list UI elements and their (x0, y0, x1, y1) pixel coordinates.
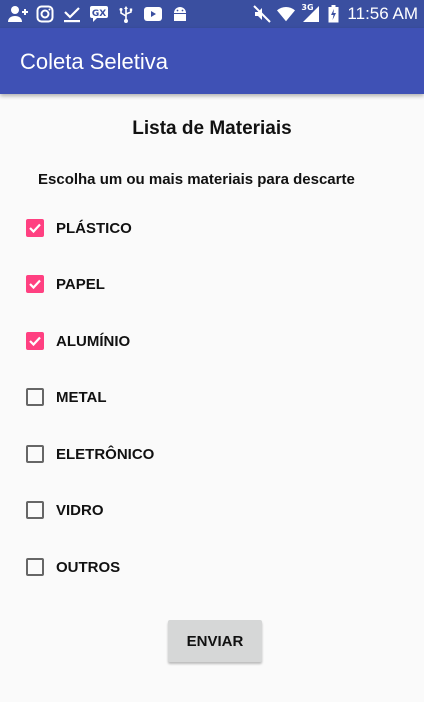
checkbox-label[interactable]: ALUMÍNIO (56, 333, 130, 350)
check-icon (29, 336, 41, 347)
checkbox-box[interactable] (26, 219, 44, 237)
usb-icon (116, 4, 136, 24)
status-bar: GX 3G 11:56 AM (0, 0, 424, 28)
check-icon (29, 279, 41, 290)
checkbox-plastico[interactable]: PLÁSTICO (26, 217, 132, 239)
page-title: Lista de Materiais (132, 118, 292, 139)
checkbox-box[interactable] (26, 388, 44, 406)
send-button[interactable]: ENVIAR (168, 620, 262, 662)
chat-icon: GX (89, 4, 109, 24)
checkbox-metal[interactable]: METAL (26, 386, 107, 408)
android-icon (170, 4, 190, 24)
checkbox-box[interactable] (26, 275, 44, 293)
checkbox-label[interactable]: ELETRÔNICO (56, 446, 154, 463)
checkbox-label[interactable]: PAPEL (56, 276, 105, 293)
checkbox-box[interactable] (26, 332, 44, 350)
checkbox-label[interactable]: VIDRO (56, 502, 104, 519)
checkbox-vidro[interactable]: VIDRO (26, 499, 104, 521)
checkbox-papel[interactable]: PAPEL (26, 273, 105, 295)
person-add-icon (8, 4, 28, 24)
battery-icon (327, 5, 339, 23)
mute-icon (253, 5, 272, 23)
checkbox-box[interactable] (26, 558, 44, 576)
instagram-icon (35, 4, 55, 24)
checkbox-aluminio[interactable]: ALUMÍNIO (26, 330, 130, 352)
checkbox-box[interactable] (26, 445, 44, 463)
download-done-icon (62, 4, 82, 24)
checkbox-label[interactable]: METAL (56, 389, 107, 406)
checkbox-outros[interactable]: OUTROS (26, 556, 120, 578)
network-type-label: 3G (301, 3, 314, 12)
app-title: Coleta Seletiva (20, 49, 168, 74)
instruction-text: Escolha um ou mais materiais para descar… (38, 171, 355, 188)
system-icons: 3G 11:56 AM (253, 3, 418, 24)
signal-icon: 3G (301, 3, 321, 23)
checkbox-eletronico[interactable]: ELETRÔNICO (26, 443, 154, 465)
svg-text:GX: GX (92, 9, 106, 19)
youtube-icon (143, 4, 163, 24)
checkbox-label[interactable]: PLÁSTICO (56, 220, 132, 237)
checkbox-box[interactable] (26, 501, 44, 519)
checkbox-label[interactable]: OUTROS (56, 559, 120, 576)
wifi-icon (277, 5, 296, 23)
check-icon (29, 223, 41, 234)
app-bar: Coleta Seletiva (0, 28, 424, 94)
status-time: 11:56 AM (347, 4, 418, 23)
notification-icons: GX (8, 4, 190, 24)
